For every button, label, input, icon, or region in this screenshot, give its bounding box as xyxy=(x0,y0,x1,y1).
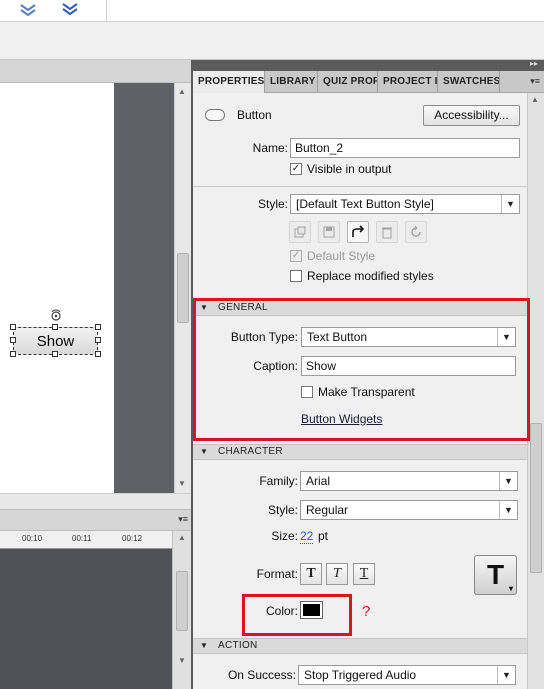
style-label: Style: xyxy=(257,197,288,211)
size-label: Size: xyxy=(271,529,298,543)
tab-quiz-properties[interactable]: QUIZ PROP xyxy=(318,71,378,93)
default-style-checkbox: ✓ xyxy=(290,250,302,262)
chevron-down-icon: ▼ xyxy=(501,195,519,213)
panel-menu-icon[interactable]: ▾≡ xyxy=(178,514,188,525)
font-style-dropdown[interactable]: Regular ▼ xyxy=(300,500,518,520)
save-style-icon[interactable] xyxy=(318,221,340,243)
scroll-up-icon[interactable]: ▲ xyxy=(531,95,539,104)
panel-menu-icon[interactable]: ▾≡ xyxy=(530,76,540,87)
accessibility-button[interactable]: Accessibility... xyxy=(423,105,520,126)
action-section-header[interactable]: ▼ ACTION xyxy=(193,638,527,654)
style-dropdown[interactable]: [Default Text Button Style] ▼ xyxy=(290,194,520,214)
general-highlight-box xyxy=(193,298,530,441)
resize-handle[interactable] xyxy=(10,324,16,330)
resize-handle[interactable] xyxy=(95,337,101,343)
scroll-down-icon[interactable]: ▼ xyxy=(178,479,186,488)
default-style-label: Default Style xyxy=(307,249,376,263)
font-family-dropdown[interactable]: Arial ▼ xyxy=(300,471,518,491)
resize-handle[interactable] xyxy=(95,351,101,357)
toolbar-segment xyxy=(0,0,107,22)
layers-icon[interactable] xyxy=(18,1,38,17)
on-success-label: On Success: xyxy=(227,668,296,682)
scroll-thumb[interactable] xyxy=(530,423,542,573)
panel-tabs: PROPERTIES LIBRARY QUIZ PROP PROJECT IN … xyxy=(193,71,544,93)
color-highlight-box xyxy=(242,594,352,636)
name-field[interactable]: Button_2 xyxy=(290,138,520,158)
text-effects-button[interactable]: T ▾ xyxy=(474,555,517,595)
rotate-handle-icon[interactable] xyxy=(49,308,63,322)
on-success-value: Stop Triggered Audio xyxy=(304,668,417,682)
timeline-tick: 00:11 xyxy=(72,534,92,543)
stage-show-button-label: Show xyxy=(36,332,75,350)
create-style-icon[interactable] xyxy=(289,221,311,243)
panel-top-bar: ▸▸ xyxy=(193,59,544,71)
resize-handle[interactable] xyxy=(52,351,58,357)
collapse-panel-icon[interactable]: ▸▸ xyxy=(530,59,538,68)
character-section-header[interactable]: ▼ CHARACTER xyxy=(193,444,527,460)
style-dropdown-value: [Default Text Button Style] xyxy=(296,197,434,211)
chevron-down-icon: ▼ xyxy=(497,666,515,684)
timeline-ruler: 00:10 00:11 00:12 xyxy=(0,531,172,549)
italic-button[interactable]: T xyxy=(326,563,348,585)
chevron-down-icon: ▾ xyxy=(508,584,513,593)
top-toolbar xyxy=(0,0,544,22)
stage-horizontal-scrollbar[interactable] xyxy=(0,493,192,509)
character-section-title: CHARACTER xyxy=(218,446,283,457)
resize-handle[interactable] xyxy=(95,324,101,330)
on-success-dropdown[interactable]: Stop Triggered Audio ▼ xyxy=(298,665,516,685)
resize-handle[interactable] xyxy=(52,324,58,330)
underline-button[interactable]: T xyxy=(353,563,375,585)
font-size-unit: pt xyxy=(318,529,329,543)
refresh-style-icon[interactable] xyxy=(405,221,427,243)
scroll-down-icon[interactable]: ▼ xyxy=(178,656,186,665)
action-section-title: ACTION xyxy=(218,640,258,651)
format-label: Format: xyxy=(256,567,298,581)
scroll-thumb[interactable] xyxy=(177,253,189,323)
stage-canvas[interactable] xyxy=(0,83,114,493)
tab-library[interactable]: LIBRARY xyxy=(265,71,318,93)
font-style-value: Regular xyxy=(306,503,349,517)
resize-handle[interactable] xyxy=(10,351,16,357)
collapse-triangle-icon: ▼ xyxy=(200,447,209,456)
font-size-value[interactable]: 22 xyxy=(300,529,314,544)
chevron-down-icon: ▼ xyxy=(499,472,517,490)
reset-style-icon[interactable] xyxy=(347,221,369,243)
tab-project-info[interactable]: PROJECT IN xyxy=(378,71,438,93)
family-label: Family: xyxy=(259,474,298,488)
layers-down-icon[interactable] xyxy=(60,1,80,17)
timeline-body[interactable] xyxy=(0,549,172,689)
font-style-label: Style: xyxy=(267,503,298,517)
delete-style-icon[interactable] xyxy=(376,221,398,243)
timeline-scrollbar[interactable]: ▲ ▼ xyxy=(172,531,192,689)
divider xyxy=(193,186,527,187)
timeline-tick: 00:12 xyxy=(122,534,143,543)
visible-in-output-checkbox[interactable]: ✓ xyxy=(290,163,302,175)
toolbar-strip xyxy=(0,22,544,60)
replace-modified-styles-checkbox[interactable] xyxy=(290,270,302,282)
chevron-down-icon: ▼ xyxy=(499,501,517,519)
tab-properties[interactable]: PROPERTIES xyxy=(193,71,265,93)
timeline-header: ▾≡ xyxy=(0,509,192,531)
name-label: Name: xyxy=(252,141,288,155)
resize-handle[interactable] xyxy=(10,337,16,343)
visible-in-output-label: Visible in output xyxy=(307,162,392,176)
object-type-label: Button xyxy=(237,108,272,122)
question-mark-annotation: ? xyxy=(362,603,371,620)
scroll-up-icon[interactable]: ▲ xyxy=(178,87,186,96)
button-object-icon xyxy=(205,109,225,121)
scroll-thumb[interactable] xyxy=(176,571,188,631)
stage-vertical-scrollbar[interactable]: ▲ ▼ xyxy=(174,83,191,493)
stage-header xyxy=(0,60,192,83)
timeline-tick: 00:10 xyxy=(22,534,43,543)
replace-modified-styles-label: Replace modified styles xyxy=(307,269,434,283)
collapse-triangle-icon: ▼ xyxy=(200,641,209,650)
tab-swatches[interactable]: SWATCHES xyxy=(438,71,500,93)
stage-pasteboard xyxy=(114,83,174,493)
bold-button[interactable]: T xyxy=(300,563,322,585)
font-family-value: Arial xyxy=(306,474,331,488)
scroll-up-icon[interactable]: ▲ xyxy=(178,533,186,542)
text-effects-glyph: T xyxy=(486,559,505,590)
